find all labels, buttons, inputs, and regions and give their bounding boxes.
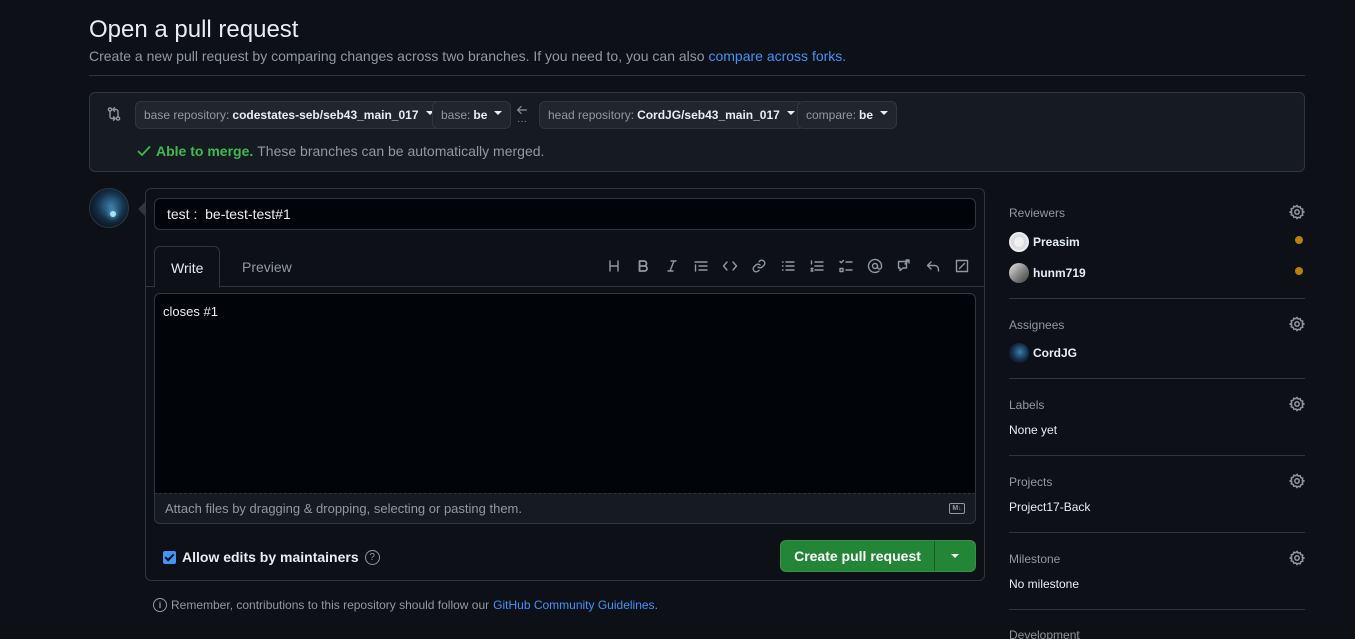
development-section: Development (1009, 628, 1305, 639)
head-repository-select[interactable]: head repository: CordJG/seb43_main_017 (539, 101, 804, 129)
create-pull-request-button[interactable]: Create pull request (781, 541, 935, 571)
pending-review-dot (1295, 236, 1303, 244)
attach-files-text: Attach files by dragging & dropping, sel… (165, 501, 522, 516)
chevron-down-icon (494, 111, 503, 115)
assignee-avatar (1009, 343, 1029, 363)
community-guidelines-link[interactable]: GitHub Community Guidelines (493, 598, 654, 612)
page-title: Open a pull request (89, 16, 299, 43)
projects-heading[interactable]: Projects (1009, 475, 1052, 489)
merge-message: These branches can be automatically merg… (257, 143, 545, 159)
reference-icon[interactable] (889, 255, 918, 277)
fullscreen-icon[interactable] (947, 255, 976, 277)
merge-ok-text: Able to merge. (156, 143, 254, 159)
reviewer-item[interactable]: hunm719 (1009, 263, 1086, 283)
chevron-down-icon (880, 111, 889, 115)
gear-icon[interactable] (1288, 204, 1306, 220)
assignees-section: Assignees CordJG (1009, 316, 1306, 379)
quote-icon[interactable] (686, 255, 715, 277)
check-icon (137, 146, 151, 156)
question-icon[interactable]: ? (364, 549, 380, 565)
mention-icon[interactable] (860, 255, 889, 277)
pr-editor: Write Preview closes #1 Attach files by … (138, 188, 985, 581)
compare-box: base repository: codestates-seb/seb43_ma… (89, 92, 1305, 172)
merge-status: Able to merge. These branches can be aut… (136, 143, 544, 159)
pr-body-textarea[interactable]: closes #1 (154, 293, 976, 493)
gear-icon[interactable] (1288, 550, 1306, 566)
compare-branch-value: be (859, 108, 874, 122)
base-repository-value: codestates-seb/seb43_main_017 (232, 108, 419, 122)
head-repository-label: head repository: (548, 108, 635, 122)
avatar[interactable] (89, 188, 129, 228)
page-subtitle: Create a new pull request by comparing c… (89, 48, 1305, 64)
ordered-list-icon[interactable] (802, 255, 831, 277)
allow-edits-label[interactable]: Allow edits by maintainers (182, 549, 359, 565)
attach-files-bar[interactable]: Attach files by dragging & dropping, sel… (154, 493, 976, 524)
italic-icon[interactable] (657, 255, 686, 277)
allow-edits-checkbox[interactable] (163, 550, 176, 564)
projects-value[interactable]: Project17-Back (1009, 500, 1090, 514)
base-repository-label: base repository: (144, 108, 230, 122)
page-header: Open a pull request Create a new pull re… (89, 14, 1305, 76)
editor-tabs: Write Preview (146, 245, 984, 288)
reviewer-name: Preasim (1033, 235, 1080, 249)
milestone-heading[interactable]: Milestone (1009, 552, 1060, 566)
reviewer-name: hunm719 (1033, 266, 1086, 280)
unordered-list-icon[interactable] (773, 255, 802, 277)
compare-branch-label: compare: (806, 108, 857, 122)
gear-icon[interactable] (1288, 473, 1306, 489)
git-compare-icon (106, 106, 122, 122)
arrow-left-icon: ··· (514, 103, 530, 127)
base-branch-label: base: (441, 108, 471, 122)
compare-branch-select[interactable]: compare: be (797, 101, 898, 129)
pr-title-input[interactable] (154, 198, 976, 230)
labels-value: None yet (1009, 423, 1058, 437)
milestone-value: No milestone (1009, 577, 1080, 591)
assignee-item[interactable]: CordJG (1009, 343, 1077, 363)
assignee-name: CordJG (1033, 346, 1078, 360)
reply-icon[interactable] (918, 255, 947, 277)
pending-review-dot (1295, 267, 1303, 275)
reviewer-avatar (1009, 232, 1029, 252)
base-branch-value: be (473, 108, 488, 122)
tab-write[interactable]: Write (154, 246, 221, 288)
labels-section: Labels None yet (1009, 396, 1306, 456)
allow-edits-option: Allow edits by maintainers ? (163, 549, 380, 565)
reviewers-heading[interactable]: Reviewers (1009, 206, 1065, 220)
task-list-icon[interactable] (831, 255, 860, 277)
development-heading[interactable]: Development (1009, 628, 1080, 639)
markdown-icon[interactable]: M↓ (949, 503, 965, 514)
info-icon: i (153, 598, 167, 612)
create-pull-request-button-group: Create pull request (780, 540, 976, 572)
reviewer-item[interactable]: Preasim (1009, 232, 1080, 252)
head-repository-value: CordJG/seb43_main_017 (637, 108, 780, 122)
reviewers-section: Reviewers Preasim hunm719 (1009, 204, 1306, 299)
base-repository-select[interactable]: base repository: codestates-seb/seb43_ma… (135, 101, 443, 129)
chevron-down-icon (951, 554, 959, 558)
compare-across-forks-link[interactable]: compare across forks. (708, 48, 846, 64)
milestone-section: Milestone No milestone (1009, 550, 1306, 610)
link-icon[interactable] (744, 255, 773, 277)
tab-preview[interactable]: Preview (226, 246, 308, 288)
remember-period: . (654, 598, 658, 612)
code-icon[interactable] (715, 255, 744, 277)
heading-icon[interactable] (599, 255, 628, 277)
subtitle-text: Create a new pull request by comparing c… (89, 48, 705, 64)
labels-heading[interactable]: Labels (1009, 398, 1044, 412)
chevron-down-icon (786, 111, 795, 115)
gear-icon[interactable] (1288, 316, 1306, 332)
assignees-heading[interactable]: Assignees (1009, 318, 1064, 332)
base-branch-select[interactable]: base: be (432, 101, 512, 129)
gear-icon[interactable] (1288, 396, 1306, 412)
markdown-toolbar (599, 255, 976, 277)
reviewer-avatar (1009, 263, 1029, 283)
contribution-note: i Remember, contributions to this reposi… (153, 598, 658, 612)
create-options-dropdown[interactable] (935, 541, 975, 571)
projects-section: Projects Project17-Back (1009, 473, 1306, 533)
remember-text: Remember, contributions to this reposito… (171, 598, 490, 612)
bold-icon[interactable] (628, 255, 657, 277)
